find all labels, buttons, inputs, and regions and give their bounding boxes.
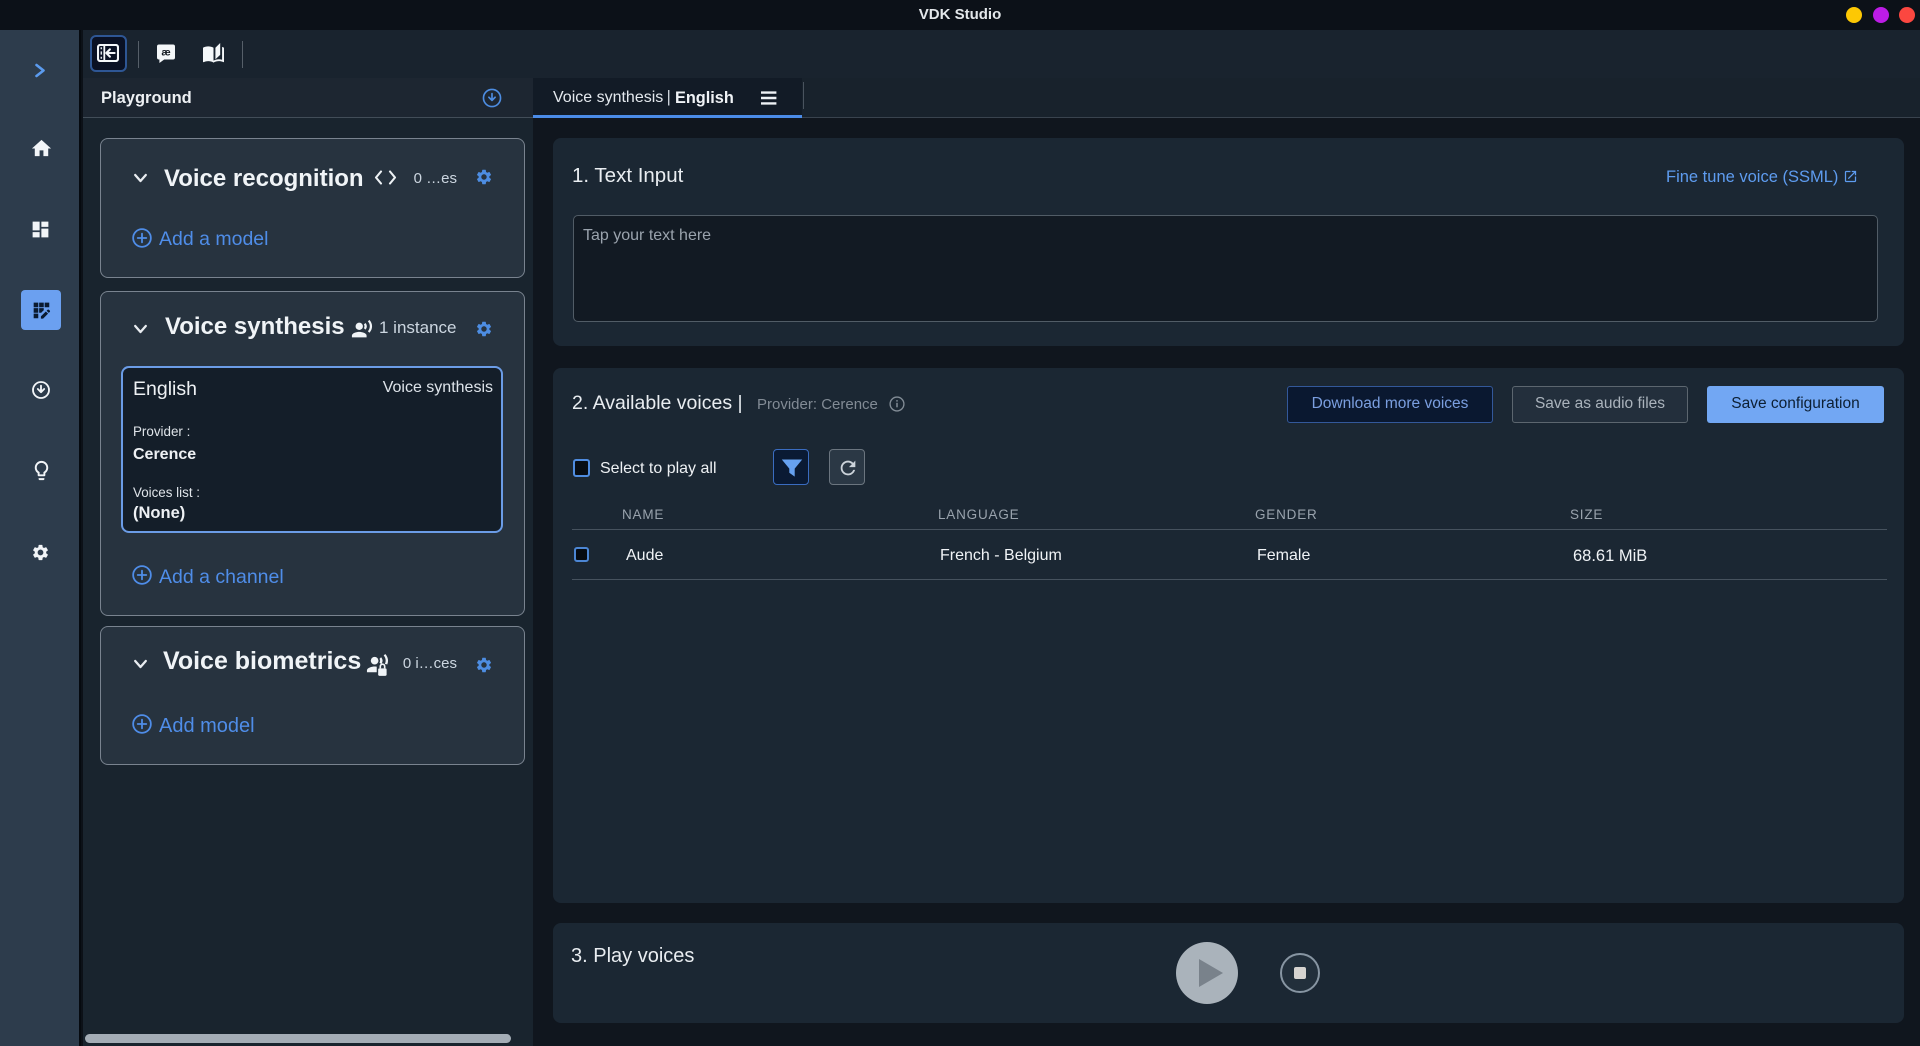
svg-text:æ: æ bbox=[161, 47, 170, 59]
